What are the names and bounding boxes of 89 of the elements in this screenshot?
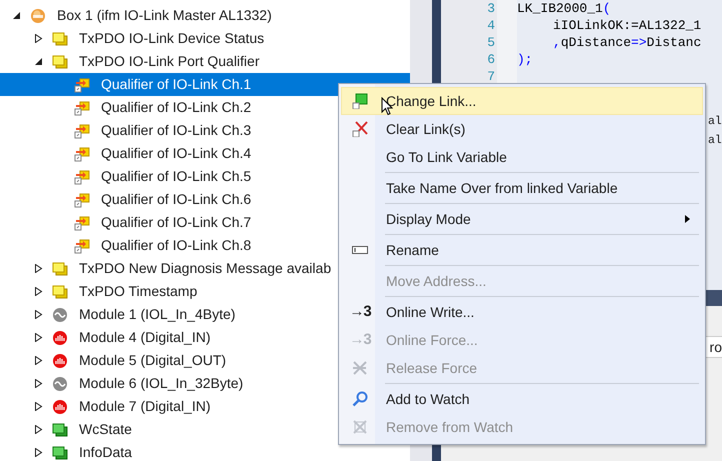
code-text: (	[602, 0, 611, 17]
tree-label: Qualifier of IO-Link Ch.8	[101, 236, 252, 255]
tree-label: TxPDO IO-Link Port Qualifier	[79, 52, 260, 71]
expand-icon[interactable]	[34, 448, 42, 457]
tree-label: Module 6 (IOL_In_32Byte)	[79, 374, 244, 393]
variable-link-icon	[74, 238, 90, 254]
tree-label: Qualifier of IO-Link Ch.5	[101, 167, 252, 186]
variable-link-icon	[74, 122, 90, 138]
collapse-icon[interactable]	[34, 57, 42, 66]
cross-icon	[352, 360, 368, 376]
code-text: LK_IB2000_1	[517, 0, 603, 17]
stacked-squares-icon	[52, 444, 68, 460]
tree-label: Qualifier of IO-Link Ch.3	[101, 121, 252, 140]
expand-icon[interactable]	[34, 310, 42, 319]
expand-icon[interactable]	[34, 287, 42, 296]
panel-text: ro	[710, 339, 722, 355]
menu-item[interactable]: Rename	[341, 236, 703, 264]
tree-item[interactable]: Box 1 (ifm IO-Link Master AL1332)	[0, 4, 410, 27]
signal-circle-icon	[52, 352, 68, 368]
tree-label: TxPDO Timestamp	[79, 282, 198, 301]
linked-square-icon	[352, 93, 368, 109]
code-text: Distanc	[646, 34, 702, 51]
tree-label: TxPDO IO-Link Device Status	[79, 29, 264, 48]
menu-item[interactable]: Go To Link Variable	[341, 143, 703, 171]
tree-label: Qualifier of IO-Link Ch.6	[101, 190, 252, 209]
variable-link-icon	[74, 214, 90, 230]
code-text: iIOLinkOK:=AL1322_1	[553, 17, 702, 34]
expand-icon[interactable]	[34, 333, 42, 342]
line-number: 3	[486, 0, 496, 17]
code-text: qDistance	[560, 34, 632, 51]
line-number: 4	[486, 17, 496, 34]
stacked-squares-icon	[52, 30, 68, 46]
variable-link-icon	[74, 146, 90, 162]
tree-label: InfoData	[79, 443, 132, 461]
tree-label: Module 5 (Digital_OUT)	[79, 351, 226, 370]
arrow-three-icon: →3	[349, 328, 371, 352]
code-text: al	[708, 133, 722, 149]
menu-item[interactable]: Clear Link(s)	[341, 115, 703, 143]
device-icon	[30, 8, 46, 24]
tree-item[interactable]: TxPDO IO-Link Device Status	[0, 27, 410, 50]
variable-link-icon	[74, 192, 90, 208]
code-text: ,	[553, 34, 561, 51]
wave-circle-icon	[52, 306, 68, 322]
search-icon	[352, 391, 368, 407]
tree-label: Module 7 (Digital_IN)	[79, 397, 210, 416]
variable-link-icon	[74, 76, 90, 92]
collapse-icon[interactable]	[12, 11, 20, 20]
tree-label: Module 1 (IOL_In_4Byte)	[79, 305, 236, 324]
code-text: al	[708, 114, 722, 130]
tree-item[interactable]: TxPDO IO-Link Port Qualifier	[0, 50, 410, 73]
line-number: 5	[486, 34, 496, 51]
expand-icon[interactable]	[34, 402, 42, 411]
tree-label: Module 4 (Digital_IN)	[79, 328, 210, 347]
stacked-squares-icon	[52, 260, 68, 276]
tree-item[interactable]: Qualifier of IO-Link Ch.1	[0, 73, 410, 96]
menu-item[interactable]: Change Link...	[341, 87, 703, 115]
stacked-squares-icon	[52, 54, 68, 70]
variable-link-icon	[74, 168, 90, 184]
submenu-arrow-icon	[685, 215, 690, 223]
line-number: 6	[486, 51, 496, 68]
tree-label: Box 1 (ifm IO-Link Master AL1332)	[57, 6, 272, 25]
menu-item[interactable]: Display Mode	[341, 205, 703, 233]
variable-link-icon	[74, 100, 90, 116]
wave-circle-icon	[52, 376, 68, 392]
code-text: );	[517, 51, 533, 68]
tree-label: Qualifier of IO-Link Ch.2	[101, 98, 252, 117]
tree-label: TxPDO New Diagnosis Message availab	[79, 259, 332, 278]
tree-label: WcState	[79, 420, 132, 439]
stacked-squares-icon	[52, 422, 68, 438]
signal-circle-icon	[52, 330, 68, 346]
cross-icon	[352, 419, 368, 435]
expand-icon[interactable]	[34, 264, 42, 273]
stacked-squares-icon	[52, 284, 68, 300]
expand-icon[interactable]	[34, 356, 42, 365]
expand-icon[interactable]	[34, 425, 42, 434]
menu-item[interactable]: Add to Watch	[341, 385, 703, 413]
expand-icon[interactable]	[34, 34, 42, 43]
expand-icon[interactable]	[34, 379, 42, 388]
arrow-three-icon: →3	[349, 300, 371, 324]
menu-item[interactable]: Take Name Over from linked Variable	[341, 174, 703, 202]
menu-item[interactable]: →3 Online Write...	[341, 298, 703, 326]
cross-icon	[352, 121, 368, 137]
tree-label: Qualifier of IO-Link Ch.7	[101, 213, 252, 232]
signal-circle-icon	[52, 398, 68, 414]
tree-item[interactable]: InfoData	[0, 441, 410, 461]
tree-label: Qualifier of IO-Link Ch.4	[101, 144, 252, 163]
line-number: 7	[486, 68, 496, 85]
tree-label: Qualifier of IO-Link Ch.1	[101, 75, 252, 94]
code-text: =>	[631, 34, 647, 51]
